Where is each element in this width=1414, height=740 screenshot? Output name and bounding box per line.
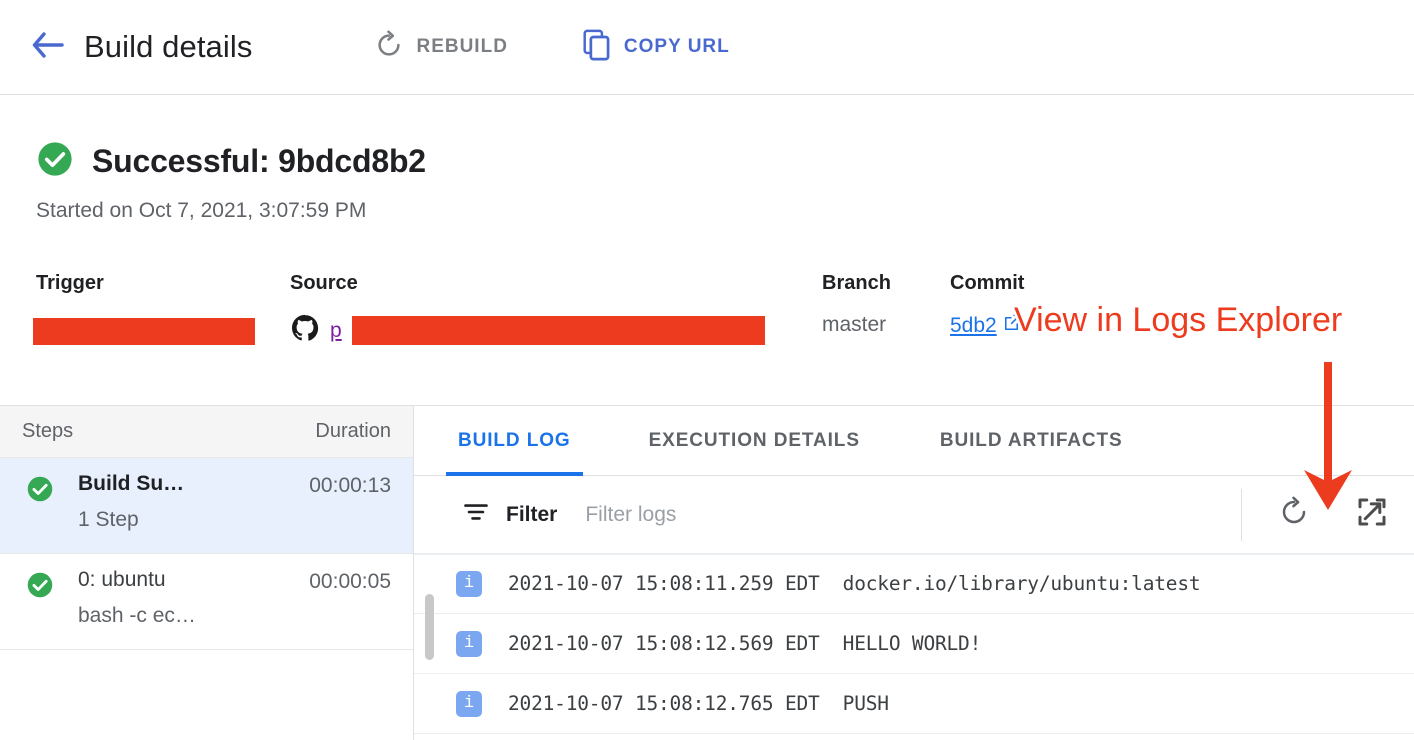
step-duration: 00:00:13 (309, 474, 391, 498)
step-duration: 00:00:05 (309, 570, 391, 594)
copy-icon (582, 29, 612, 66)
build-status-text: Successful: 9bdcd8b2 (92, 143, 426, 180)
meta-branch: Branch master (822, 272, 891, 337)
commit-link[interactable]: 5db2 (950, 313, 1022, 338)
annotation-callout-text: View in Logs Explorer (1014, 301, 1342, 340)
log-list: i 2021-10-07 15:08:11.259 EDT docker.io/… (414, 554, 1414, 734)
build-started-text: Started on Oct 7, 2021, 3:07:59 PM (36, 199, 426, 223)
meta-trigger: Trigger (36, 272, 104, 313)
github-icon (290, 313, 320, 349)
top-toolbar: Build details REBUILD COPY URL (0, 0, 1414, 95)
step-sub: bash -c ec… (78, 604, 309, 628)
check-circle-icon (26, 475, 54, 508)
rebuild-button[interactable]: REBUILD (368, 23, 513, 71)
down-arrow-annotation (1288, 358, 1368, 523)
filter-icon[interactable] (462, 498, 490, 531)
step-row[interactable]: 0: ubuntu bash -c ec… 00:00:05 (0, 554, 413, 650)
meta-source: Source p (290, 272, 358, 349)
log-text: 2021-10-07 15:08:11.259 EDT docker.io/li… (508, 572, 1200, 595)
arrow-left-icon (30, 30, 66, 65)
log-row[interactable]: i 2021-10-07 15:08:12.569 EDT HELLO WORL… (414, 614, 1414, 674)
step-body: Build Su… 1 Step (78, 472, 309, 532)
build-summary: Successful: 9bdcd8b2 Started on Oct 7, 2… (36, 140, 426, 223)
back-button[interactable] (20, 19, 76, 75)
copy-url-button[interactable]: COPY URL (576, 23, 736, 71)
tab-bar: BUILD LOG EXECUTION DETAILS BUILD ARTIFA… (414, 406, 1414, 476)
log-scrollbar[interactable] (425, 594, 434, 660)
tab-execution-details[interactable]: EXECUTION DETAILS (645, 406, 864, 476)
step-sub: 1 Step (78, 508, 309, 532)
info-icon: i (456, 571, 482, 597)
rebuild-label: REBUILD (416, 36, 507, 58)
branch-value: master (822, 313, 891, 337)
copy-url-label: COPY URL (624, 36, 730, 58)
build-details-page: Build details REBUILD COPY URL (0, 0, 1414, 740)
steps-panel: Steps Duration Build Su… 1 Step 00:00:13 (0, 405, 414, 740)
log-text: 2021-10-07 15:08:12.569 EDT HELLO WORLD! (508, 632, 981, 655)
step-body: 0: ubuntu bash -c ec… (78, 568, 309, 628)
redaction-bar-trigger (33, 318, 255, 345)
filter-bar: Filter (414, 476, 1414, 554)
filter-label: Filter (506, 503, 557, 527)
tab-build-log[interactable]: BUILD LOG (454, 406, 575, 476)
source-label: Source (290, 272, 358, 295)
step-row[interactable]: Build Su… 1 Step 00:00:13 (0, 458, 413, 554)
log-text: 2021-10-07 15:08:12.765 EDT PUSH (508, 692, 889, 715)
step-name: Build Su… (78, 472, 309, 496)
tab-build-artifacts[interactable]: BUILD ARTIFACTS (936, 406, 1127, 476)
trigger-label: Trigger (36, 272, 104, 295)
commit-label: Commit (950, 272, 1024, 295)
steps-column-header: Steps (22, 420, 73, 443)
info-icon: i (456, 631, 482, 657)
source-value[interactable]: p (290, 313, 358, 349)
step-name: 0: ubuntu (78, 568, 309, 592)
source-value-text: p (330, 319, 342, 343)
log-panel: BUILD LOG EXECUTION DETAILS BUILD ARTIFA… (414, 405, 1414, 740)
page-title: Build details (84, 29, 252, 65)
steps-header-row: Steps Duration (0, 406, 413, 458)
status-line: Successful: 9bdcd8b2 (36, 140, 426, 183)
info-icon: i (456, 691, 482, 717)
filter-input[interactable] (585, 503, 1005, 527)
check-circle-icon (26, 571, 54, 604)
log-row[interactable]: i 2021-10-07 15:08:11.259 EDT docker.io/… (414, 554, 1414, 614)
duration-column-header: Duration (315, 420, 391, 443)
log-list-divider (414, 554, 1414, 555)
redaction-bar-source (352, 316, 765, 345)
commit-sha-text: 5db2 (950, 314, 997, 338)
check-circle-icon (36, 140, 74, 183)
log-row[interactable]: i 2021-10-07 15:08:12.765 EDT PUSH (414, 674, 1414, 734)
branch-label: Branch (822, 272, 891, 295)
refresh-icon (374, 30, 404, 65)
